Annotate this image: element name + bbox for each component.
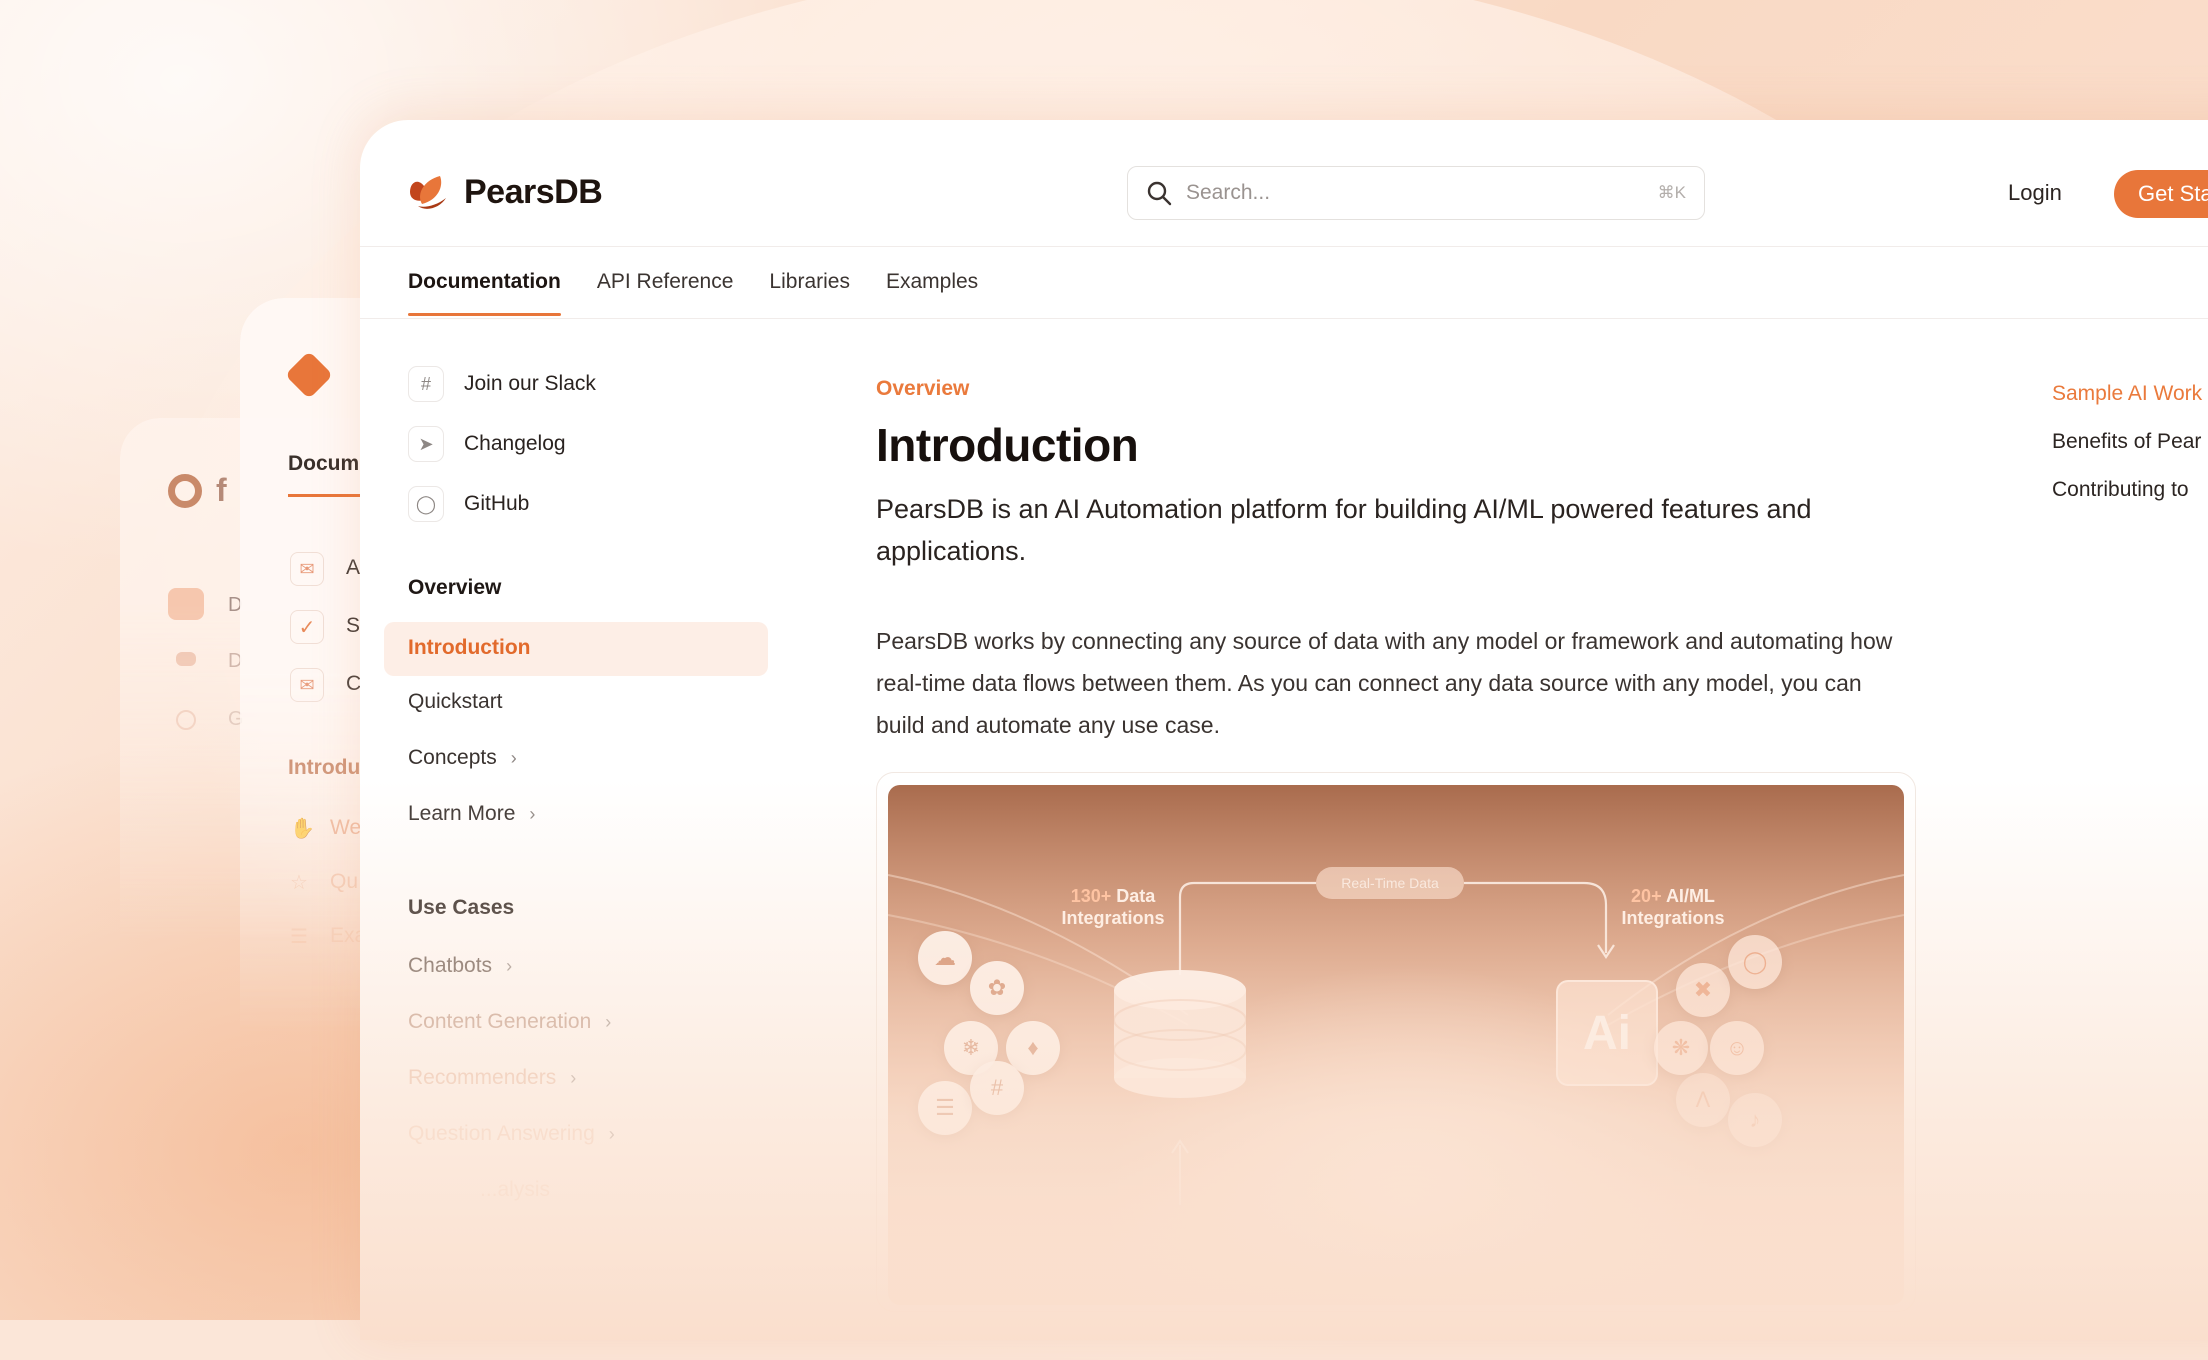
- sidebar-item-label: Chatbots: [408, 954, 493, 977]
- sidebar-item-learn-more[interactable]: Learn More ›: [408, 802, 535, 826]
- data-integrations-count: 130+: [1070, 886, 1112, 906]
- ai-chip: Ai: [1556, 980, 1658, 1086]
- sidebar-item-chatbots[interactable]: Chatbots ›: [408, 954, 512, 978]
- panel-icon: [168, 588, 204, 620]
- brand-logo-ring-icon: [168, 474, 202, 508]
- data-integrations-word: Data: [1116, 886, 1156, 906]
- sidebar-item-label: Content Generation: [408, 1010, 592, 1033]
- top-tabs: Documentation API Reference Libraries Ex…: [408, 270, 978, 316]
- rocket-icon: ➤: [408, 426, 444, 462]
- sidebar-item-recommenders[interactable]: Recommenders ›: [408, 1066, 576, 1090]
- sidebar-link-github[interactable]: ◯ GitHub: [408, 486, 529, 522]
- ai-integrations-count: 20+: [1631, 886, 1662, 906]
- back-item-a: A: [346, 556, 361, 579]
- data-integrations-label: 130+ Data Integrations: [1028, 885, 1198, 929]
- megaphone-icon: ✉: [290, 552, 324, 586]
- get-started-button[interactable]: Get Sta: [2114, 170, 2208, 218]
- tabs-divider: [360, 318, 2208, 319]
- page-lead: PearsDB is an AI Automation platform for…: [876, 494, 1812, 566]
- search-placeholder: Search...: [1186, 181, 1271, 204]
- header-divider: [360, 246, 2208, 247]
- back-window-title: f: [216, 472, 227, 508]
- ai-integrations-subword: Integrations: [1621, 908, 1725, 928]
- sidebar-link-slack[interactable]: # Join our Slack: [408, 366, 596, 402]
- list-icon: ☰: [290, 926, 308, 948]
- sidebar-link-label: Join our Slack: [464, 372, 596, 395]
- sidebar-item-label: ...alysis: [480, 1178, 551, 1201]
- chevron-right-icon: ›: [570, 1067, 577, 1088]
- brand-name: PearsDB: [464, 172, 603, 211]
- back-sub-2: Qu: [330, 870, 359, 893]
- chevron-right-icon: ›: [506, 955, 513, 976]
- sidebar-item-label: Learn More: [408, 802, 516, 825]
- tab-libraries[interactable]: Libraries: [769, 270, 850, 316]
- ai-integrations-word: AI/ML: [1665, 886, 1715, 906]
- sidebar-link-label: GitHub: [464, 492, 530, 515]
- toc-item-benefits[interactable]: Benefits of Pear: [2052, 430, 2201, 454]
- pear-leaf-logo-icon: [410, 176, 446, 209]
- chevron-right-icon: ›: [529, 803, 536, 824]
- sidebar-item-label: Concepts: [408, 746, 497, 769]
- check-icon: ✓: [290, 610, 324, 644]
- hugging-face-icon: ☺: [1710, 1021, 1764, 1075]
- back-sub-1: We: [330, 816, 362, 839]
- stack-icon: ☰: [918, 1081, 972, 1135]
- sidebar-item-label: Recommenders: [408, 1066, 557, 1089]
- back-section-heading: Introdu: [288, 756, 361, 779]
- discord-icon: [176, 652, 196, 666]
- login-link[interactable]: Login: [2008, 180, 2062, 206]
- sidebar-item-content-generation[interactable]: Content Generation ›: [408, 1010, 611, 1034]
- toc-item-sample-ai-work[interactable]: Sample AI Work: [2052, 382, 2202, 406]
- sidebar-item-analysis[interactable]: ...alysis: [480, 1178, 550, 1202]
- ai-integrations-label: 20+ AI/ML Integrations: [1588, 885, 1758, 929]
- music-model-icon: ♪: [1728, 1093, 1782, 1147]
- sidebar-link-changelog[interactable]: ➤ Changelog: [408, 426, 566, 462]
- sidebar-item-question-answering[interactable]: Question Answering ›: [408, 1122, 615, 1146]
- breadcrumb[interactable]: Overview: [876, 377, 969, 401]
- tab-examples[interactable]: Examples: [886, 270, 978, 316]
- sidebar-item-introduction[interactable]: Introduction: [408, 636, 530, 660]
- tab-api-reference[interactable]: API Reference: [597, 270, 734, 316]
- megaphone-icon: ✉: [290, 668, 324, 702]
- tab-documentation[interactable]: Documentation: [408, 270, 561, 316]
- slack-icon: #: [970, 1061, 1024, 1115]
- sidebar-item-label: Question Answering: [408, 1122, 595, 1145]
- page-title: Introduction: [876, 419, 1139, 471]
- github-icon: ◯: [408, 486, 444, 522]
- sidebar-link-label: Changelog: [464, 432, 566, 455]
- search-input[interactable]: Search... ⌘K: [1127, 166, 1705, 220]
- chevron-right-icon: ›: [608, 1123, 615, 1144]
- chevron-right-icon: ›: [510, 747, 517, 768]
- chevron-right-icon: ›: [605, 1011, 612, 1032]
- github-icon: [176, 710, 196, 730]
- mongodb-icon: ✿: [970, 961, 1024, 1015]
- x-model-icon: ✖: [1676, 963, 1730, 1017]
- slack-icon: #: [408, 366, 444, 402]
- hand-icon: ✋: [290, 818, 315, 840]
- back-tab-documentation: Docum: [288, 452, 360, 475]
- brand-logo-diamond-icon: [284, 350, 334, 400]
- salesforce-icon: ☁: [918, 931, 972, 985]
- search-shortcut-hint: ⌘K: [1657, 183, 1686, 202]
- data-integrations-subword: Integrations: [1061, 908, 1165, 928]
- search-icon: [1147, 181, 1172, 206]
- integration-illustration: 130+ Data Integrations Real-Time Data 20…: [888, 785, 1904, 1305]
- sidebar-item-concepts[interactable]: Concepts ›: [408, 746, 517, 770]
- main-window: PearsDB Search... ⌘K Login Get Sta Docum…: [360, 120, 2208, 1340]
- brand-logo[interactable]: PearsDB: [406, 172, 603, 212]
- anthropic-icon: Λ: [1676, 1073, 1730, 1127]
- sidebar-heading-use-cases: Use Cases: [408, 896, 515, 919]
- toc-item-contributing[interactable]: Contributing to: [2052, 478, 2189, 502]
- ring-model-icon: ◯: [1728, 935, 1782, 989]
- back-item-s: S: [346, 614, 361, 637]
- page-body: PearsDB works by connecting any source o…: [876, 628, 1893, 738]
- sidebar-item-label: Quickstart: [408, 690, 503, 713]
- real-time-data-pill: Real-Time Data: [1316, 867, 1464, 899]
- openai-icon: ❋: [1654, 1021, 1708, 1075]
- sidebar-item-quickstart[interactable]: Quickstart: [408, 690, 503, 714]
- sidebar-heading-overview: Overview: [408, 576, 502, 599]
- back-item-c: C: [346, 672, 362, 695]
- star-icon: ☆: [290, 872, 308, 894]
